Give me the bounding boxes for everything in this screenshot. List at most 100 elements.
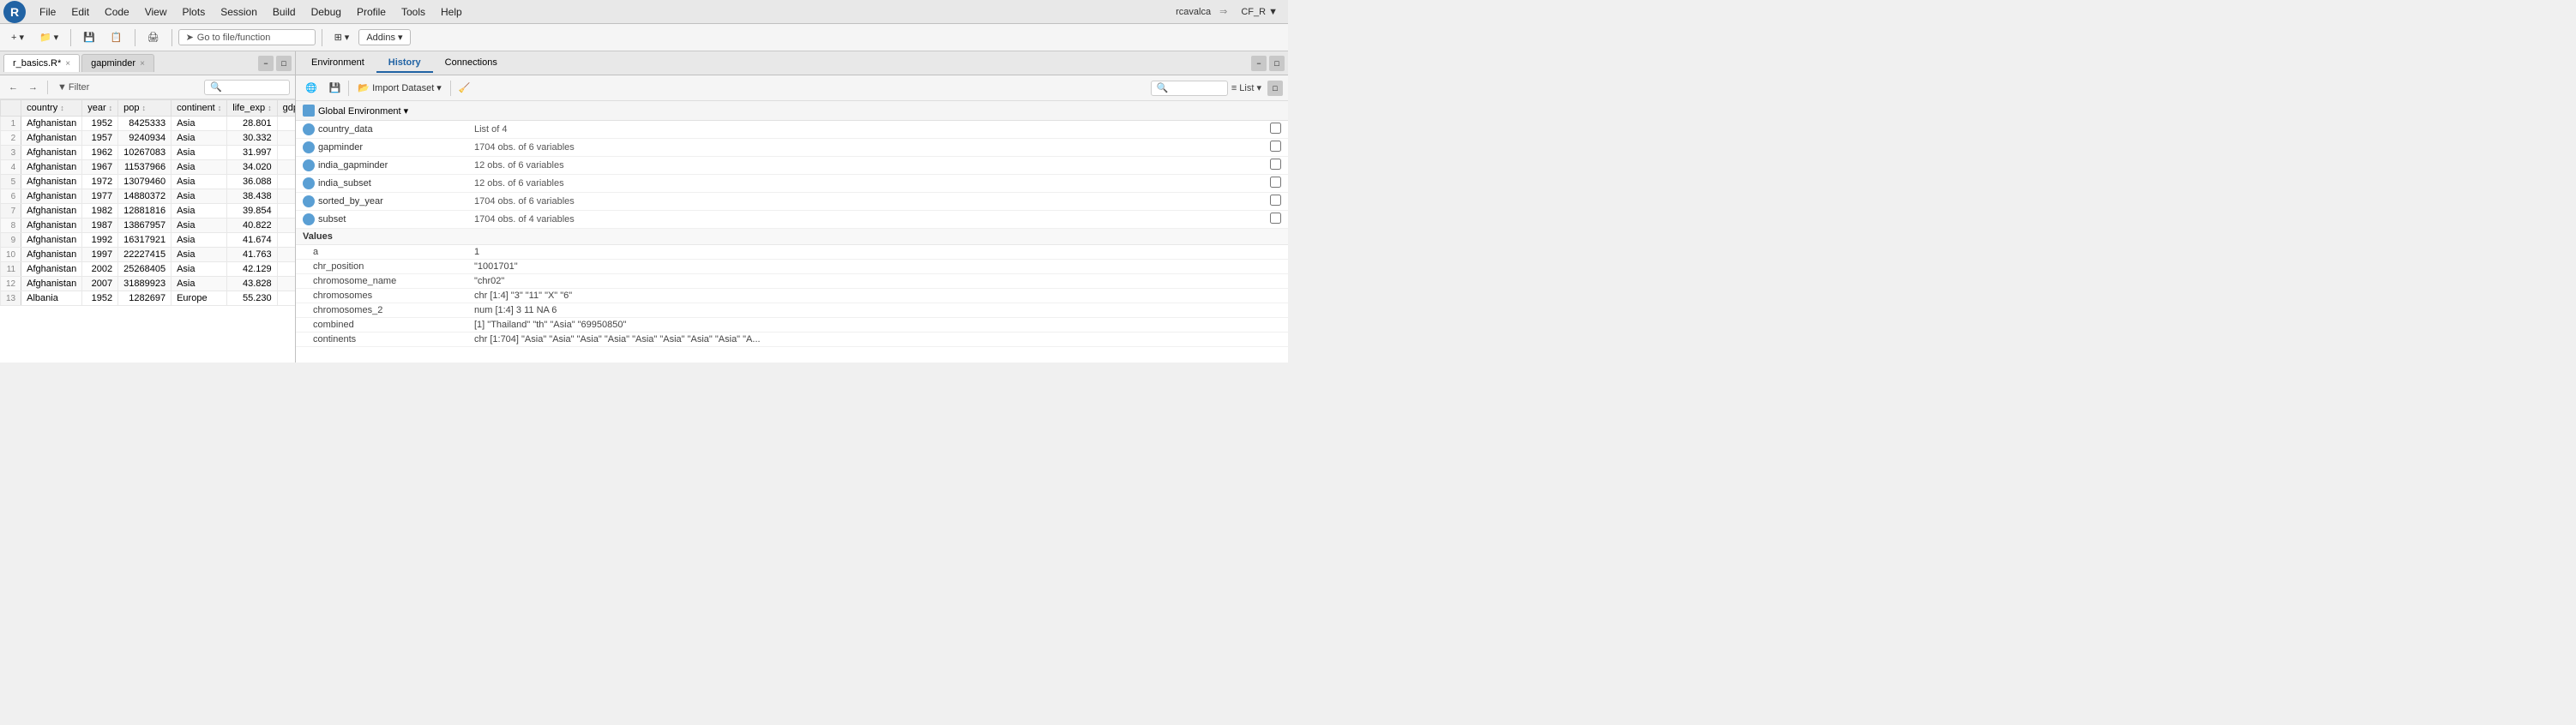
layout-button[interactable]: ⊞ ▾ xyxy=(328,29,356,45)
list-button[interactable]: ≡ List ▾ xyxy=(1231,82,1261,93)
menu-view[interactable]: View xyxy=(138,4,174,20)
table-cell: 42.129 xyxy=(227,262,277,277)
env-content: country_data List of 4 gapminder 1704 ob… xyxy=(296,121,1288,362)
back-button[interactable]: ← xyxy=(5,81,21,94)
env-checkbox[interactable] xyxy=(1270,123,1281,134)
col-header-continent[interactable]: continent ↕ xyxy=(172,100,227,117)
import-label: Import Dataset ▾ xyxy=(372,82,442,93)
env-checkbox[interactable] xyxy=(1270,141,1281,152)
table-cell: 13079460 xyxy=(118,175,172,189)
col-header-gdp[interactable]: gdp_per_cap ↕ xyxy=(277,100,295,117)
tab-history[interactable]: History xyxy=(376,54,433,73)
tab-gapminder[interactable]: gapminder × xyxy=(81,54,154,72)
save-all-button[interactable]: 📋 xyxy=(105,29,129,45)
pop-sort-icon[interactable]: ↕ xyxy=(142,104,147,112)
right-maximize-button[interactable]: □ xyxy=(1269,56,1285,71)
addins-button[interactable]: Addins ▾ xyxy=(358,29,410,45)
folder-icon: 📁 xyxy=(39,32,51,43)
load-workspace-button[interactable]: 🌐 xyxy=(301,81,322,95)
right-minimize-button[interactable]: − xyxy=(1251,56,1267,71)
user-icon[interactable]: ⇒ xyxy=(1219,6,1227,17)
env-row[interactable]: india_gapminder 12 obs. of 6 variables xyxy=(296,157,1288,175)
menu-profile[interactable]: Profile xyxy=(350,4,393,20)
env-checkbox-cell[interactable] xyxy=(1263,211,1288,229)
filter-button[interactable]: ▼ Filter xyxy=(54,81,93,94)
env-checkbox-cell[interactable] xyxy=(1263,175,1288,193)
save-button[interactable]: 💾 xyxy=(77,29,101,45)
col-header-country[interactable]: country ↕ xyxy=(21,100,82,117)
value-checkbox-cell xyxy=(1274,260,1288,274)
open-dropdown-icon: ▾ xyxy=(54,32,59,43)
r-basics-close-icon[interactable]: × xyxy=(65,59,70,69)
print-button[interactable]: 🖨 xyxy=(141,29,166,45)
tab-environment[interactable]: Environment xyxy=(299,54,376,73)
menu-plots[interactable]: Plots xyxy=(176,4,213,20)
life-exp-sort-icon[interactable]: ↕ xyxy=(268,104,272,112)
menu-tools[interactable]: Tools xyxy=(394,4,432,20)
go-to-file-input[interactable]: ➤ Go to file/function xyxy=(178,29,316,45)
table-cell: 38.438 xyxy=(227,189,277,204)
table-cell: 836.1971 xyxy=(277,160,295,175)
minimize-pane-button[interactable]: − xyxy=(258,56,274,71)
continent-sort-icon[interactable]: ↕ xyxy=(218,104,222,112)
table-row: 10Afghanistan199722227415Asia41.763635.3… xyxy=(1,248,296,262)
env-checkbox[interactable] xyxy=(1270,159,1281,170)
menu-file[interactable]: File xyxy=(33,4,63,20)
open-file-button[interactable]: 📁 ▾ xyxy=(33,29,64,45)
menu-edit[interactable]: Edit xyxy=(64,4,96,20)
table-cell: Asia xyxy=(172,117,227,131)
clear-workspace-button[interactable]: 🧹 xyxy=(454,81,475,95)
table-row: 11Afghanistan200225268405Asia42.129726.7… xyxy=(1,262,296,277)
filter-search-input[interactable] xyxy=(204,80,290,95)
tab-connections[interactable]: Connections xyxy=(433,54,509,73)
filter-icon: ▼ xyxy=(57,82,67,93)
forward-button[interactable]: → xyxy=(25,81,41,94)
col-header-life-exp[interactable]: life_exp ↕ xyxy=(227,100,277,117)
menu-help[interactable]: Help xyxy=(434,4,469,20)
col-header-pop[interactable]: pop ↕ xyxy=(118,100,172,117)
env-row[interactable]: country_data List of 4 xyxy=(296,121,1288,139)
env-expand-button[interactable]: □ xyxy=(1267,81,1283,96)
env-checkbox-cell[interactable] xyxy=(1263,157,1288,175)
col-header-index xyxy=(1,100,21,117)
env-checkbox-cell[interactable] xyxy=(1263,121,1288,139)
menu-session[interactable]: Session xyxy=(214,4,264,20)
table-cell: Afghanistan xyxy=(21,131,82,146)
menu-build[interactable]: Build xyxy=(266,4,303,20)
r-logo[interactable]: R xyxy=(3,1,26,23)
env-row[interactable]: india_subset 12 obs. of 6 variables xyxy=(296,175,1288,193)
menu-bar: R File Edit Code View Plots Session Buil… xyxy=(0,0,1288,24)
global-env-header[interactable]: Global Environment ▾ xyxy=(296,101,1288,121)
save-workspace-button[interactable]: 💾 xyxy=(325,81,346,95)
menu-code[interactable]: Code xyxy=(98,4,136,20)
maximize-pane-button[interactable]: □ xyxy=(276,56,292,71)
col-header-year[interactable]: year ↕ xyxy=(82,100,118,117)
country-sort-icon[interactable]: ↕ xyxy=(60,104,64,112)
env-checkbox-cell[interactable] xyxy=(1263,193,1288,211)
gapminder-close-icon[interactable]: × xyxy=(140,59,145,69)
import-dataset-button[interactable]: 📂 Import Dataset ▾ xyxy=(352,81,446,95)
env-row[interactable]: sorted_by_year 1704 obs. of 6 variables xyxy=(296,193,1288,211)
table-cell: Asia xyxy=(172,262,227,277)
env-search-input[interactable] xyxy=(1151,81,1228,96)
tab-r-basics[interactable]: r_basics.R* × xyxy=(3,54,80,72)
menu-debug[interactable]: Debug xyxy=(304,4,348,20)
import-icon: 📂 xyxy=(358,82,370,93)
table-cell: 31889923 xyxy=(118,277,172,291)
value-name-cell: combined xyxy=(296,318,467,333)
table-cell: Asia xyxy=(172,277,227,291)
table-cell: 10267083 xyxy=(118,146,172,160)
project-label[interactable]: CF_R ▼ xyxy=(1234,7,1285,17)
env-checkbox-cell[interactable] xyxy=(1263,139,1288,157)
env-row[interactable]: gapminder 1704 obs. of 6 variables xyxy=(296,139,1288,157)
table-cell: 25268405 xyxy=(118,262,172,277)
year-sort-icon[interactable]: ↕ xyxy=(109,104,113,112)
env-row[interactable]: subset 1704 obs. of 4 variables xyxy=(296,211,1288,229)
table-cell: 820.8530 xyxy=(277,131,295,146)
right-toolbar-sep2 xyxy=(450,81,451,96)
env-checkbox[interactable] xyxy=(1270,195,1281,206)
value-cell: [1] "Thailand" "th" "Asia" "69950850" xyxy=(467,318,1274,333)
env-checkbox[interactable] xyxy=(1270,177,1281,188)
env-checkbox[interactable] xyxy=(1270,213,1281,224)
new-file-button[interactable]: + ▾ xyxy=(5,29,30,45)
